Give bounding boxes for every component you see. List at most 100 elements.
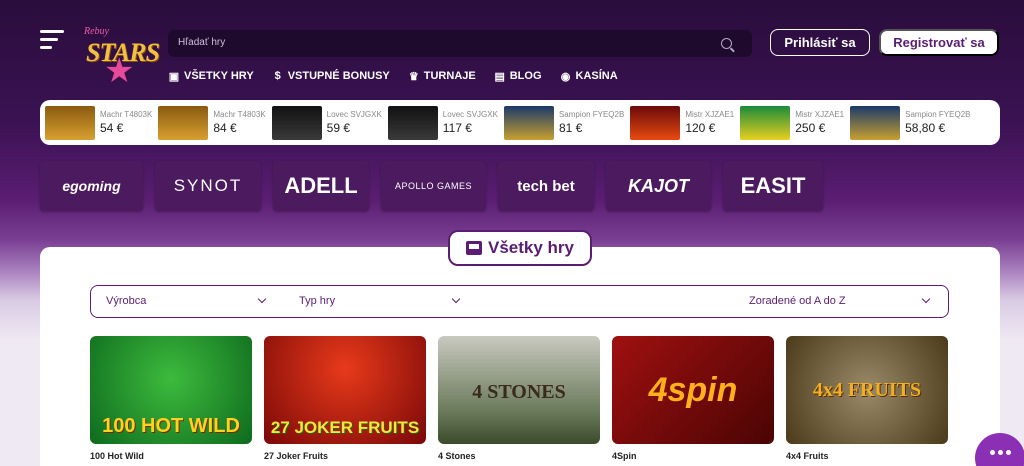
- win-amount: 81 €: [558, 121, 583, 135]
- game-thumbnail: [850, 105, 901, 140]
- game-art-text: 4spin: [648, 370, 738, 409]
- logo[interactable]: Rebuy STARS ★: [82, 24, 160, 90]
- game-title: 100 Hot Wild: [90, 451, 144, 461]
- game-card[interactable]: 27 JOKER FRUITS 27 Joker Fruits: [264, 336, 426, 461]
- provider-label: APOLLO GAMES: [394, 181, 473, 191]
- provider-label: ADELL: [284, 173, 358, 198]
- main-nav: ▣ VŠETKY HRY $ VSTUPNÉ BONUSY ♛ TURNAJE …: [168, 70, 618, 83]
- game-card[interactable]: 100 HOT WILD 100 Hot Wild: [90, 336, 252, 461]
- game-thumbnail: [271, 105, 322, 140]
- search-icon[interactable]: [721, 38, 732, 49]
- game-thumbnail: [387, 105, 438, 140]
- game-card[interactable]: 4 STONES 4 Stones: [438, 336, 600, 461]
- winner-item[interactable]: Machr T4803K 84 €: [158, 105, 266, 140]
- section-title: Všetky hry: [448, 230, 592, 266]
- game-title: 4Spin: [612, 451, 637, 461]
- game-title: 27 Joker Fruits: [264, 451, 329, 461]
- slot-machine-icon: ▣: [168, 70, 180, 83]
- winner-name: Lovec SVJGXK: [326, 110, 382, 119]
- provider-label: SYNOT: [173, 176, 243, 195]
- winner-item[interactable]: Mistr XJZAE1 250 €: [740, 105, 844, 140]
- nav-item-bonuses[interactable]: $ VSTUPNÉ BONUSY: [272, 70, 390, 82]
- winner-item[interactable]: Sampion FYEQ2B 58,80 €: [850, 105, 971, 140]
- manufacturer-select[interactable]: Výrobca: [106, 295, 146, 307]
- register-button[interactable]: Registrovať sa: [879, 29, 999, 56]
- star-icon: ★: [104, 52, 135, 90]
- search-bar[interactable]: [168, 30, 752, 57]
- winner-item[interactable]: Lovec SVJGXK 117 €: [387, 105, 498, 140]
- chevron-down-icon[interactable]: [257, 294, 267, 304]
- chevron-down-icon[interactable]: [921, 294, 931, 304]
- winner-name: Sampion FYEQ2B: [558, 110, 625, 119]
- win-amount: 84 €: [213, 121, 237, 135]
- provider-row: egoming SYNOT ADELL APOLLO GAMES tech be…: [40, 161, 823, 211]
- nav-label: VSTUPNÉ BONUSY: [287, 70, 390, 82]
- games-grid: 100 HOT WILD 100 Hot Wild 27 JOKER FRUIT…: [90, 336, 948, 461]
- winner-name: Sampion FYEQ2B: [905, 110, 971, 119]
- nav-item-all-games[interactable]: ▣ VŠETKY HRY: [168, 70, 254, 83]
- winner-name: Mistr XJZAE1: [685, 110, 735, 119]
- game-thumbnail[interactable]: 27 JOKER FRUITS: [264, 336, 426, 444]
- win-amount: 58,80 €: [905, 121, 946, 135]
- winner-item[interactable]: Sampion FYEQ2B 81 €: [503, 105, 625, 140]
- game-thumbnail[interactable]: 4 STONES: [438, 336, 600, 444]
- win-amount: 120 €: [685, 121, 716, 135]
- provider-techbet[interactable]: tech bet: [498, 161, 594, 211]
- filter-bar: Výrobca Typ hry Zoradené od A do Z: [90, 285, 949, 318]
- provider-synot[interactable]: SYNOT: [155, 161, 261, 211]
- provider-label: KAJOT: [627, 175, 689, 196]
- chat-icon: ▤: [494, 70, 505, 83]
- provider-label: egoming: [62, 178, 121, 194]
- search-input[interactable]: [178, 37, 678, 48]
- provider-adell[interactable]: ADELL: [273, 161, 369, 211]
- nav-label: TURNAJE: [423, 70, 476, 82]
- winner-name: Lovec SVJGXK: [442, 110, 498, 119]
- game-card[interactable]: 4spin 4Spin: [612, 336, 774, 461]
- provider-label: tech bet: [517, 177, 575, 195]
- game-title: 4 Stones: [438, 451, 476, 461]
- game-art-text: 4 STONES: [472, 381, 566, 403]
- provider-easit[interactable]: EASIT: [723, 161, 823, 211]
- game-art-text: 4x4 FRUITS: [812, 378, 922, 401]
- chips-icon: ◉: [560, 70, 571, 83]
- logo-tagline: Rebuy: [84, 26, 109, 37]
- game-thumbnail: [630, 105, 681, 140]
- win-amount: 54 €: [100, 121, 124, 135]
- menu-icon[interactable]: [40, 30, 64, 49]
- game-thumbnail: [158, 105, 209, 140]
- game-title: 4x4 Fruits: [786, 451, 829, 461]
- game-type-select[interactable]: Typ hry: [299, 295, 335, 307]
- win-amount: 250 €: [795, 121, 826, 135]
- nav-item-casinos[interactable]: ◉ KASÍNA: [560, 70, 618, 83]
- game-thumbnail: [740, 105, 791, 140]
- nav-label: VŠETKY HRY: [184, 70, 254, 82]
- win-amount: 59 €: [326, 121, 351, 135]
- game-card[interactable]: 4x4 FRUITS 4x4 Fruits: [786, 336, 948, 461]
- winner-item[interactable]: Machr T4803K 54 €: [45, 105, 153, 140]
- chevron-down-icon[interactable]: [451, 294, 461, 304]
- nav-item-blog[interactable]: ▤ BLOG: [494, 70, 542, 83]
- login-button[interactable]: Prihlásiť sa: [770, 29, 870, 56]
- dollar-icon: $: [274, 70, 281, 82]
- game-thumbnail[interactable]: 100 HOT WILD: [90, 336, 252, 444]
- sort-select[interactable]: Zoradené od A do Z: [749, 295, 846, 307]
- provider-label: EASIT: [740, 173, 806, 198]
- provider-egaming[interactable]: egoming: [40, 161, 143, 211]
- nav-label: KASÍNA: [575, 70, 618, 82]
- winner-item[interactable]: Mistr XJZAE1 120 €: [630, 105, 735, 140]
- provider-apollo-games[interactable]: APOLLO GAMES: [381, 161, 486, 211]
- game-thumbnail[interactable]: 4x4 FRUITS: [786, 336, 948, 444]
- game-art-text: 27 JOKER FRUITS: [270, 418, 420, 437]
- trophy-icon: ♛: [408, 70, 419, 83]
- game-art-text: 100 HOT WILD: [102, 415, 240, 437]
- nav-label: BLOG: [509, 70, 542, 82]
- winner-item[interactable]: Lovec SVJGXK 59 €: [271, 105, 382, 140]
- winners-ticker: Machr T4803K 54 € Machr T4803K 84 € Lovec …: [40, 100, 1000, 145]
- slot-machine-icon: [466, 241, 482, 255]
- provider-kajot[interactable]: KAJOT: [606, 161, 711, 211]
- win-amount: 117 €: [442, 121, 472, 135]
- winner-name: Machr T4803K: [100, 110, 153, 119]
- game-thumbnail: [45, 105, 95, 140]
- game-thumbnail[interactable]: 4spin: [612, 336, 774, 444]
- nav-item-tournaments[interactable]: ♛ TURNAJE: [408, 70, 476, 83]
